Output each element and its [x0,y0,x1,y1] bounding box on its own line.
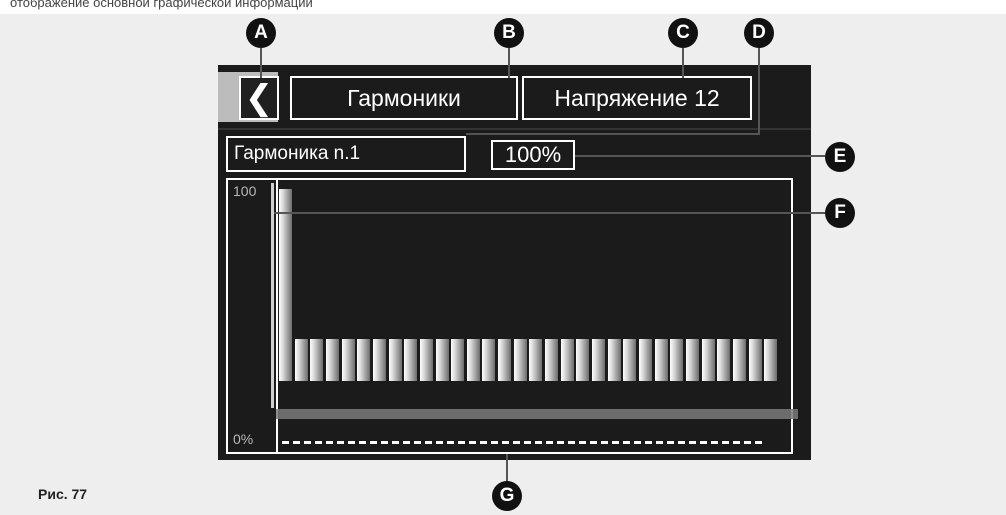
y-tick-bottom: 0% [233,431,254,447]
y-tick-top: 100 [233,183,257,199]
tab-voltage[interactable]: Напряжение 12 [522,76,752,120]
callout-line-c [682,48,684,78]
header-separator [218,128,811,130]
callout-line-b [508,48,510,78]
callout-badge-b: B [494,18,524,48]
caption-text: отображение основной графической информа… [10,0,313,10]
figure-label: Рис. 77 [38,486,88,502]
callout-line-a [260,48,262,78]
callout-badge-e: E [825,142,855,172]
chart-scrollbar[interactable] [276,409,798,419]
callout-line-d-h [466,133,760,135]
harmonic-cursor[interactable] [271,183,274,408]
tab-harmonics[interactable]: Гармоники [290,76,518,120]
callout-badge-c: C [668,18,698,48]
callout-line-d-v [758,48,760,134]
callout-badge-g: G [492,481,522,511]
callout-badge-d: D [744,18,774,48]
selected-harmonic-name: Гармоника n.1 [226,136,466,172]
selected-harmonic-value: 100% [491,140,575,170]
callout-line-e [575,155,825,157]
callout-line-f [274,212,826,214]
callout-badge-f: F [825,198,855,228]
callout-badge-a: A [246,18,276,48]
back-button[interactable]: ❮ [239,76,279,120]
caption-top: отображение основной графической информа… [0,0,1006,14]
callout-line-g [506,454,508,484]
